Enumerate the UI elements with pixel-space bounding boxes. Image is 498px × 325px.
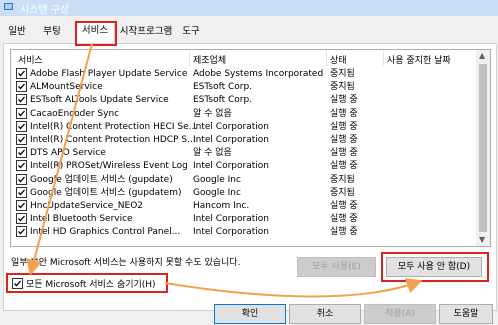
service-status: 실행 중 bbox=[330, 214, 358, 225]
table-row[interactable]: CacaoEncoder Sync 알 수 없음 실행 중 bbox=[11, 107, 476, 121]
service-status: 실행 중 bbox=[330, 227, 358, 238]
table-row[interactable]: Intel Bluetooth Service Intel Corporation… bbox=[11, 213, 476, 226]
service-name: Intel(R) Content Protection HDCP S... bbox=[30, 135, 196, 145]
service-maker: Hancom Inc. bbox=[193, 201, 250, 211]
row-checkbox-icon[interactable] bbox=[16, 200, 27, 211]
service-name: ALMountService bbox=[30, 82, 103, 93]
ok-button[interactable]: 확인 bbox=[214, 304, 286, 324]
service-maker: Google Inc bbox=[193, 187, 241, 198]
service-maker: Google Inc bbox=[193, 174, 241, 185]
service-maker: Intel Corporation bbox=[193, 214, 269, 225]
service-maker: Intel Corporation bbox=[193, 161, 269, 172]
help-button[interactable]: 도움말 bbox=[439, 304, 493, 324]
table-row[interactable]: Intel(R) Content Protection HECI Se... In… bbox=[11, 120, 476, 134]
table-row[interactable]: Intel(R) Content Protection HDCP S... Int… bbox=[11, 134, 476, 147]
service-status: 중지됨 bbox=[330, 187, 355, 198]
service-status: 실행 중 bbox=[330, 121, 358, 132]
table-row[interactable]: ALMountService ESTsoft Corp. 중지됨 bbox=[11, 81, 476, 94]
service-status: 중지됨 bbox=[330, 69, 355, 79]
service-name: Intel(R) Content Protection HECI Se... bbox=[30, 121, 198, 132]
window-title: 시스템 구성 bbox=[20, 5, 70, 16]
scroll-thumb[interactable] bbox=[479, 64, 487, 232]
service-name: DTS APO Service bbox=[30, 148, 106, 159]
vertical-scrollbar[interactable]: ▲ ▼ bbox=[476, 50, 490, 246]
scroll-up-icon[interactable]: ▲ bbox=[479, 51, 485, 60]
service-name: Google 업데이트 서비스 (gupdatem) bbox=[30, 187, 182, 198]
security-note: 일부 보안 Microsoft 서비스는 사용하지 못할 수도 있습니다. bbox=[11, 258, 241, 268]
service-maker: Intel Corporation bbox=[193, 135, 269, 145]
column-disabled-date[interactable]: 사용 중지한 날짜 bbox=[387, 53, 451, 66]
disable-all-highlight bbox=[381, 252, 489, 282]
service-status: 중지됨 bbox=[330, 174, 355, 185]
row-checkbox-icon[interactable] bbox=[16, 134, 27, 145]
service-status: 실행 중 bbox=[330, 201, 358, 211]
service-maker: Intel Corporation bbox=[193, 227, 269, 238]
table-row[interactable]: DTS APO Service 알 수 없음 실행 중 bbox=[11, 147, 476, 160]
row-checkbox-icon[interactable] bbox=[16, 147, 27, 159]
table-row[interactable]: Google 업데이트 서비스 (gupdatem) Google Inc 중지됨 bbox=[11, 186, 476, 200]
service-status: 실행 중 bbox=[330, 161, 358, 172]
hide-checkbox-highlight bbox=[6, 273, 168, 293]
row-checkbox-icon[interactable] bbox=[16, 107, 27, 119]
service-maker: Adobe Systems Incorporated bbox=[193, 69, 324, 79]
service-maker: 알 수 없음 bbox=[193, 108, 232, 119]
table-row[interactable]: Google 업데이트 서비스 (gupdate) Google Inc 중지됨 bbox=[11, 173, 476, 187]
title-bar: 시스템 구성 bbox=[0, 0, 498, 16]
service-name: Google 업데이트 서비스 (gupdate) bbox=[30, 174, 173, 185]
cancel-button[interactable]: 취소 bbox=[289, 304, 361, 324]
service-name: HncUpdateService_NEO2 bbox=[30, 201, 144, 211]
service-name: ESTsoft ALTools Update Service bbox=[30, 95, 169, 106]
table-row[interactable]: Intel HD Graphics Control Panel... Intel … bbox=[11, 226, 476, 239]
service-maker: Intel Corporation bbox=[193, 121, 269, 132]
row-checkbox-icon[interactable] bbox=[16, 68, 27, 79]
row-checkbox-icon[interactable] bbox=[16, 94, 27, 106]
service-maker: 알 수 없음 bbox=[193, 148, 232, 159]
services-tab-highlight bbox=[75, 21, 117, 46]
row-checkbox-icon[interactable] bbox=[16, 213, 27, 225]
row-checkbox-icon[interactable] bbox=[16, 226, 27, 238]
service-name: Adobe Flash Player Update Service bbox=[30, 69, 188, 79]
service-status: 실행 중 bbox=[330, 135, 358, 145]
enable-all-button[interactable]: 모두 사용(E) bbox=[297, 257, 376, 277]
column-service[interactable]: 서비스 bbox=[18, 53, 43, 66]
column-status[interactable]: 상태 bbox=[330, 53, 347, 66]
service-status: 실행 중 bbox=[330, 95, 358, 106]
service-status: 실행 중 bbox=[330, 108, 358, 119]
service-status: 실행 중 bbox=[330, 148, 358, 159]
service-maker: ESTsoft Corp. bbox=[193, 95, 253, 106]
table-row[interactable]: HncUpdateService_NEO2 Hancom Inc. 실행 중 bbox=[11, 200, 476, 213]
service-name: Intel Bluetooth Service bbox=[30, 214, 133, 225]
column-manufacturer[interactable]: 제조업체 bbox=[193, 53, 226, 66]
row-checkbox-icon[interactable] bbox=[16, 160, 27, 172]
row-checkbox-icon[interactable] bbox=[16, 120, 27, 132]
table-row[interactable]: Adobe Flash Player Update Service Adobe S… bbox=[11, 68, 476, 81]
tab-general[interactable]: 일반 bbox=[6, 23, 28, 41]
service-name: Intel HD Graphics Control Panel... bbox=[30, 227, 181, 238]
tab-tools[interactable]: 도구 bbox=[180, 23, 202, 41]
services-list[interactable]: 서비스 제조업체 상태 사용 중지한 날짜 Adobe Flash Player… bbox=[10, 49, 491, 247]
service-status: 중지됨 bbox=[330, 82, 355, 93]
scroll-down-icon[interactable]: ▼ bbox=[479, 235, 485, 244]
tab-boot[interactable]: 부팅 bbox=[39, 23, 65, 41]
tab-startup[interactable]: 시작프로그램 bbox=[117, 23, 175, 41]
row-checkbox-icon[interactable] bbox=[16, 186, 27, 198]
column-header: 서비스 제조업체 상태 사용 중지한 날짜 bbox=[11, 50, 476, 67]
system-config-icon bbox=[4, 3, 13, 10]
row-checkbox-icon[interactable] bbox=[16, 173, 27, 185]
service-name: CacaoEncoder Sync bbox=[30, 108, 120, 119]
row-checkbox-icon[interactable] bbox=[16, 81, 27, 93]
service-maker: ESTsoft Corp. bbox=[193, 82, 253, 93]
table-row[interactable]: Intel(R) PROSet/Wireless Event Log Intel … bbox=[11, 160, 476, 173]
service-name: Intel(R) PROSet/Wireless Event Log bbox=[30, 161, 188, 172]
table-row[interactable]: ESTsoft ALTools Update Service ESTsoft Co… bbox=[11, 94, 476, 107]
apply-button[interactable]: 적용(A) bbox=[364, 304, 436, 324]
